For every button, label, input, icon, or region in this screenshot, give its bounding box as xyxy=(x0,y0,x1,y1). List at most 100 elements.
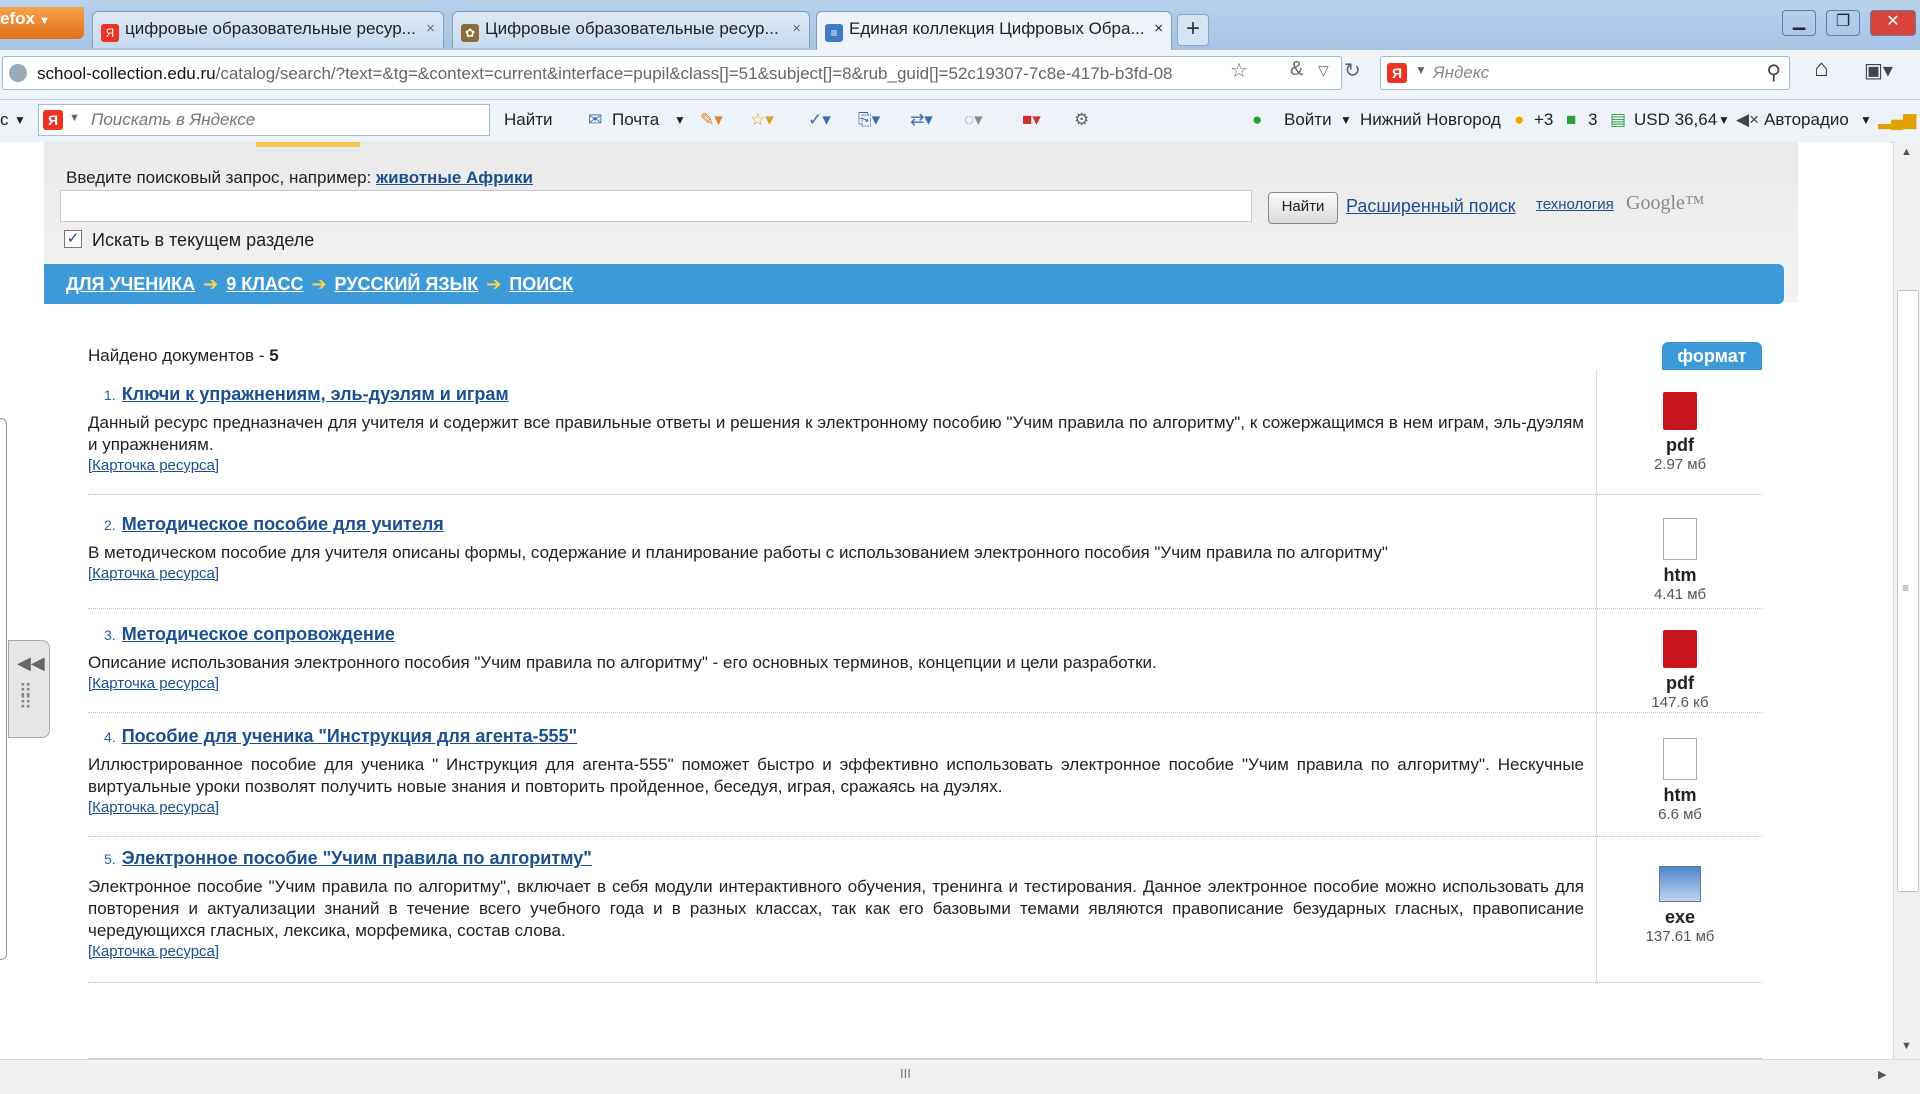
results-count-value: 5 xyxy=(269,346,279,365)
breadcrumb-grade-9[interactable]: 9 КЛАСС xyxy=(226,274,303,294)
firefox-menu-button[interactable]: efox ▼ xyxy=(0,7,84,39)
breadcrumb-russian[interactable]: РУССКИЙ ЯЗЫК xyxy=(335,274,479,294)
spellcheck-icon[interactable]: ✓▾ xyxy=(808,110,831,130)
yandex-toolbar: c ▼ Я ▼ Поискать в Яндексе Найти ✉ Почта… xyxy=(0,100,1920,143)
google-logo: Google™ xyxy=(1626,192,1705,214)
scroll-down-icon[interactable]: ▼ xyxy=(1901,1040,1912,1052)
grip-icon: ≡ xyxy=(1902,581,1910,595)
star-icon[interactable]: ☆ xyxy=(1230,58,1248,83)
close-icon[interactable]: × xyxy=(792,20,801,37)
new-tab-button[interactable]: + xyxy=(1177,14,1209,46)
book-icon[interactable]: ■▾ xyxy=(1022,110,1041,130)
search-in-section-label: Искать в текущем разделе xyxy=(92,230,315,250)
close-icon[interactable]: × xyxy=(1154,20,1163,37)
bookmarks-icon[interactable]: ✎▾ xyxy=(700,110,723,130)
tab-label: Единая коллекция Цифровых Обра... xyxy=(849,19,1145,38)
gear-icon[interactable]: ⚙ xyxy=(1074,110,1089,130)
scroll-up-icon[interactable]: ▲ xyxy=(1901,146,1912,158)
resource-card-link[interactable]: [Карточка ресурса] xyxy=(88,564,1584,584)
result-title-link[interactable]: Методическое сопровождение xyxy=(122,624,395,644)
horizontal-scrollbar[interactable]: III ▶ xyxy=(0,1059,1920,1094)
side-panel-edge xyxy=(0,418,7,960)
url-text: school-collection.edu.ru/catalog/search/… xyxy=(37,64,1173,84)
chevron-down-icon[interactable]: ▼ xyxy=(1718,113,1730,127)
close-window-button[interactable]: ✕ xyxy=(1870,10,1916,36)
result-title-link[interactable]: Методическое пособие для учителя xyxy=(122,514,444,534)
breadcrumb-search[interactable]: ПОИСК xyxy=(509,274,573,294)
search-in-section-checkbox[interactable]: ✓ xyxy=(64,230,82,248)
result-title-link[interactable]: Электронное пособие "Учим правила по алг… xyxy=(122,848,592,868)
bookmarks-menu-icon[interactable]: ▣▾ xyxy=(1864,58,1893,83)
address-bar[interactable]: school-collection.edu.ru/catalog/search/… xyxy=(2,56,1342,90)
result-format[interactable]: htm 6.6 мб xyxy=(1630,738,1730,823)
traffic-level[interactable]: 3 xyxy=(1588,110,1597,130)
yandex-search-input[interactable]: Я ▼ Поискать в Яндексе xyxy=(38,104,490,136)
collection-icon: ≡ xyxy=(825,24,843,42)
home-icon[interactable]: ⌂ xyxy=(1814,55,1829,83)
chevron-down-icon: ▼ xyxy=(38,15,50,27)
resource-card-link[interactable]: [Карточка ресурса] xyxy=(88,456,1584,476)
dropdown-arrow-icon[interactable]: ▽ xyxy=(1318,62,1329,79)
mail-button[interactable]: Почта xyxy=(612,110,659,130)
search-query-input[interactable] xyxy=(60,190,1252,222)
tab-2[interactable]: ✿ Цифровые образовательные ресур... × xyxy=(452,11,810,48)
chevron-down-icon[interactable]: ▼ xyxy=(14,113,26,127)
speaker-muted-icon[interactable]: ◀× xyxy=(1736,110,1759,130)
currency-rate[interactable]: USD 36,64 xyxy=(1634,110,1717,130)
format-extension: pdf xyxy=(1666,435,1694,455)
tab-1[interactable]: Яцифровые образовательные ресур... × xyxy=(92,11,444,48)
collapse-left-icon: ◀◀ xyxy=(17,653,45,673)
weather-temperature[interactable]: +3 xyxy=(1534,110,1553,130)
reload-icon[interactable]: ↻ xyxy=(1344,58,1361,83)
technology-link[interactable]: технология xyxy=(1536,196,1614,213)
result-title-link[interactable]: Пособие для ученика "Инструкция для аген… xyxy=(122,726,577,746)
yandex-icon: Я xyxy=(101,24,119,42)
chat-icon[interactable]: ◌▾ xyxy=(964,110,983,130)
pdf-icon xyxy=(1663,630,1697,668)
scroll-right-icon[interactable]: ▶ xyxy=(1878,1068,1886,1081)
chevron-down-icon[interactable]: ▼ xyxy=(674,113,686,127)
advanced-search-link[interactable]: Расширенный поиск xyxy=(1346,196,1516,217)
translate-icon[interactable]: ⎘▾ xyxy=(858,110,880,130)
resource-card-link[interactable]: [Карточка ресурса] xyxy=(88,798,1584,818)
find-button[interactable]: Найти xyxy=(1268,192,1338,224)
search-icon[interactable]: ⚲ xyxy=(1766,60,1781,85)
resource-card-link[interactable]: [Карточка ресурса] xyxy=(88,674,1584,694)
minimize-button[interactable]: ▁ xyxy=(1782,10,1816,36)
ampersand-icon[interactable]: & xyxy=(1290,58,1303,81)
tab-3-active[interactable]: ≡ Единая коллекция Цифровых Обра... × xyxy=(816,11,1172,50)
city-label[interactable]: Нижний Новгород xyxy=(1360,110,1501,130)
result-format[interactable]: htm 4.41 мб xyxy=(1630,518,1730,603)
result-number: 3. xyxy=(104,627,116,643)
result-description: Данный ресурс предназначен для учителя и… xyxy=(88,413,1584,454)
example-query-link[interactable]: животные Африки xyxy=(376,168,533,187)
row-divider xyxy=(88,712,1762,713)
htm-icon xyxy=(1663,518,1697,560)
close-icon[interactable]: × xyxy=(426,20,435,37)
login-button[interactable]: Войти xyxy=(1284,110,1332,130)
chevron-down-icon[interactable]: ▼ xyxy=(1340,113,1352,127)
yandex-icon: Я xyxy=(43,110,63,130)
file-size: 6.6 мб xyxy=(1658,806,1702,823)
browser-search-box[interactable]: Я ▼ Яндекс ⚲ xyxy=(1380,56,1790,90)
radio-station[interactable]: Авторадио xyxy=(1764,110,1849,130)
resource-card-link[interactable]: [Карточка ресурса] xyxy=(88,942,1584,962)
restore-button[interactable]: ❐ xyxy=(1826,10,1860,36)
yandex-find-button[interactable]: Найти xyxy=(504,110,553,130)
horizontal-scroll-grip[interactable]: III xyxy=(900,1066,911,1081)
result-format[interactable]: pdf 147.6 кб xyxy=(1630,630,1730,711)
vertical-scrollbar[interactable]: ▲ ≡ ▼ xyxy=(1893,142,1920,1059)
yandex-icon: Я xyxy=(1387,63,1407,83)
breadcrumb-for-student[interactable]: ДЛЯ УЧЕНИКА xyxy=(66,274,195,294)
result-format[interactable]: exe 137.61 мб xyxy=(1630,866,1730,945)
favorites-star-icon[interactable]: ☆▾ xyxy=(750,110,774,130)
chevron-down-icon[interactable]: ▼ xyxy=(1860,113,1872,127)
result-format[interactable]: pdf 2.97 мб xyxy=(1630,392,1730,473)
format-extension: htm xyxy=(1663,565,1697,585)
result-title-link[interactable]: Ключи к упражнениям, эль-дуэлям и играм xyxy=(122,384,509,404)
dictionary-icon[interactable]: ⇄▾ xyxy=(910,110,933,130)
globe-icon xyxy=(9,64,27,82)
side-panel-toggle[interactable]: ◀◀ ⠿ ⠿ xyxy=(8,640,50,738)
vertical-scroll-thumb[interactable]: ≡ xyxy=(1897,290,1919,892)
result-item: 1. Ключи к упражнениям, эль-дуэлям и игра… xyxy=(88,384,1584,476)
